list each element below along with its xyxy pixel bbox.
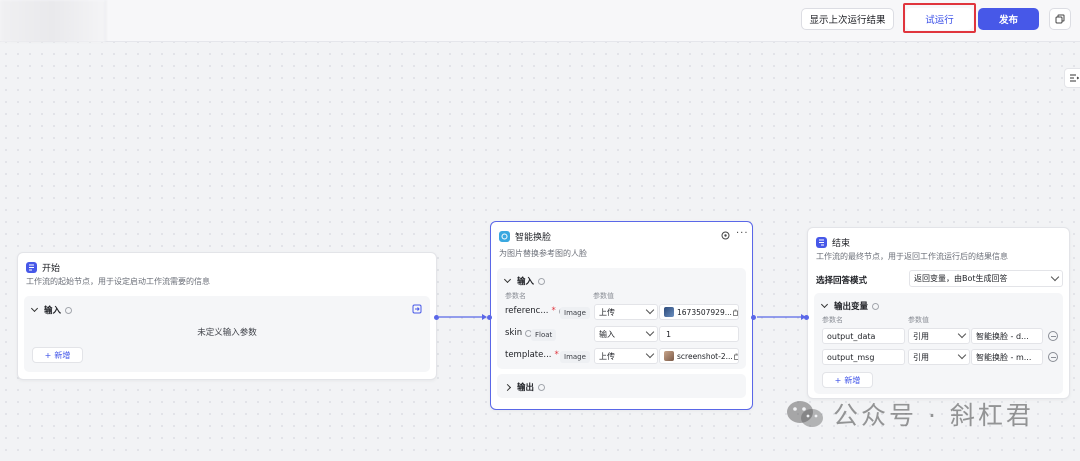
face-input-label: 输入 <box>517 277 535 287</box>
required-mark: * <box>554 350 559 360</box>
face-swap-node-icon <box>499 231 510 242</box>
plus-icon: + <box>44 350 52 360</box>
info-icon <box>65 306 73 314</box>
chevron-down-icon <box>645 305 655 315</box>
start-input-section: 输入 未定义输入参数 + 新增 <box>24 296 430 372</box>
answer-mode-select[interactable]: 返回变量，由Bot生成回答 <box>909 270 1063 287</box>
start-node-description: 工作流的起始节点，用于设定启动工作流需要的信息 <box>26 277 210 286</box>
upload-filename: 1673507929... <box>677 307 732 317</box>
remove-icon[interactable] <box>1048 331 1058 341</box>
output-var-name: output_msg <box>827 352 875 362</box>
ref-select[interactable]: 引用 <box>908 349 970 365</box>
param-template-label: template... <box>505 350 552 360</box>
end-node-description: 工作流的最终节点，用于返回工作流运行后的结果信息 <box>816 252 1008 261</box>
col-param-name: 参数名 <box>505 292 526 300</box>
col-param-value: 参数值 <box>908 316 929 324</box>
start-node-title: 开始 <box>42 264 61 274</box>
chevron-down-icon[interactable] <box>503 275 512 283</box>
param-skin-label: skin <box>505 328 523 338</box>
ref-value-select[interactable]: 智能换脸 - m... <box>971 349 1043 365</box>
source-select[interactable]: 输入 <box>594 326 658 342</box>
face-swap-node-title: 智能换脸 <box>515 233 552 243</box>
image-thumbnail-icon <box>664 307 674 317</box>
skin-value: 1 <box>666 329 672 339</box>
chevron-down-icon <box>645 349 655 359</box>
ref-select[interactable]: 引用 <box>908 328 970 344</box>
end-output-section: 输出变量 参数名 参数值 output_data 引用 智能换脸 - d... … <box>814 293 1063 394</box>
face-output-section: 输出 <box>497 374 746 398</box>
end-add-var-button[interactable]: + 新增 <box>822 372 873 388</box>
param-reference-label: referenc... <box>505 306 549 316</box>
start-node-icon <box>26 262 37 273</box>
col-param-name: 参数名 <box>822 316 843 324</box>
ref-value: 智能换脸 - m... <box>976 352 1032 362</box>
more-icon[interactable]: ··· <box>736 228 749 239</box>
end-node-title: 结束 <box>832 239 851 249</box>
face-output-port[interactable] <box>751 315 756 320</box>
source-select[interactable]: 上传 <box>594 348 658 364</box>
ref-select-value: 引用 <box>913 331 929 341</box>
settings-icon[interactable] <box>721 231 730 240</box>
chevron-down-icon <box>957 329 967 339</box>
info-icon <box>872 302 880 310</box>
chevron-right-icon[interactable] <box>503 383 512 391</box>
skin-value-input[interactable]: 1 <box>659 326 739 342</box>
remove-icon[interactable] <box>1048 352 1058 362</box>
chevron-down-icon[interactable] <box>820 300 829 308</box>
end-add-label: 新增 <box>844 375 861 385</box>
end-output-label: 输出变量 <box>834 302 869 312</box>
face-swap-node[interactable]: 智能换脸 ··· 为图片替换参考图的人脸 输入 参数名 参数值 referenc… <box>487 221 756 410</box>
end-node[interactable]: 结束 工作流的最终节点，用于返回工作流运行后的结果信息 选择回答模式 返回变量，… <box>804 227 1070 399</box>
start-add-label: 新增 <box>54 350 71 360</box>
info-icon <box>538 383 546 391</box>
face-input-port[interactable] <box>487 315 492 320</box>
type-tag: Image <box>560 307 590 319</box>
upload-filename: screenshot-2... <box>677 351 733 361</box>
info-icon <box>538 277 546 285</box>
plus-icon: + <box>834 375 842 385</box>
empty-params-text: 未定义输入参数 <box>197 328 257 338</box>
start-output-port[interactable] <box>434 315 439 320</box>
param-reference-name: referenc... * <box>505 306 566 316</box>
upload-field[interactable]: 1673507929... <box>659 304 739 320</box>
chevron-down-icon <box>957 350 967 360</box>
upload-field[interactable]: screenshot-2... <box>659 348 739 364</box>
type-tag: Float <box>531 329 557 341</box>
face-input-section: 输入 参数名 参数值 referenc... * Image 上传 1673507… <box>497 268 746 369</box>
start-add-param-button[interactable]: + 新增 <box>32 347 83 363</box>
source-select-value: 输入 <box>599 329 615 339</box>
answer-mode-value: 返回变量，由Bot生成回答 <box>914 274 1008 283</box>
ref-value-select[interactable]: 智能换脸 - d... <box>971 328 1043 344</box>
required-mark: * <box>551 306 556 316</box>
ref-select-value: 引用 <box>913 352 929 362</box>
chevron-down-icon <box>1050 272 1060 281</box>
start-node[interactable]: 开始 工作流的起始节点，用于设定启动工作流需要的信息 输入 未定义输入参数 + … <box>17 252 439 380</box>
col-param-value: 参数值 <box>593 292 614 300</box>
output-var-name-field[interactable]: output_msg <box>822 349 905 365</box>
source-select-value: 上传 <box>599 307 615 317</box>
watermark-text: 公众号 · 斜杠君 <box>833 401 1034 430</box>
end-node-icon <box>816 237 827 248</box>
chevron-down-icon <box>645 327 655 337</box>
image-thumbnail-icon <box>664 351 674 361</box>
trash-icon[interactable] <box>733 353 739 360</box>
output-var-name: output_data <box>827 331 876 341</box>
answer-mode-label: 选择回答模式 <box>816 276 868 286</box>
watermark: 公众号 · 斜杠君 <box>785 396 1034 432</box>
edit-input-icon[interactable] <box>412 304 422 314</box>
output-var-name-field[interactable]: output_data <box>822 328 905 344</box>
face-output-label: 输出 <box>517 383 535 393</box>
wechat-icon <box>787 401 823 427</box>
source-select[interactable]: 上传 <box>594 304 658 320</box>
start-input-label: 输入 <box>44 306 62 316</box>
face-swap-node-description: 为图片替换参考图的人脸 <box>499 249 587 258</box>
param-skin-name: skin <box>505 328 533 338</box>
trash-icon[interactable] <box>732 309 739 316</box>
source-select-value: 上传 <box>599 351 615 361</box>
end-input-port[interactable] <box>804 315 809 320</box>
chevron-down-icon[interactable] <box>30 304 39 312</box>
type-tag: Image <box>560 351 590 363</box>
ref-value: 智能换脸 - d... <box>976 331 1029 341</box>
